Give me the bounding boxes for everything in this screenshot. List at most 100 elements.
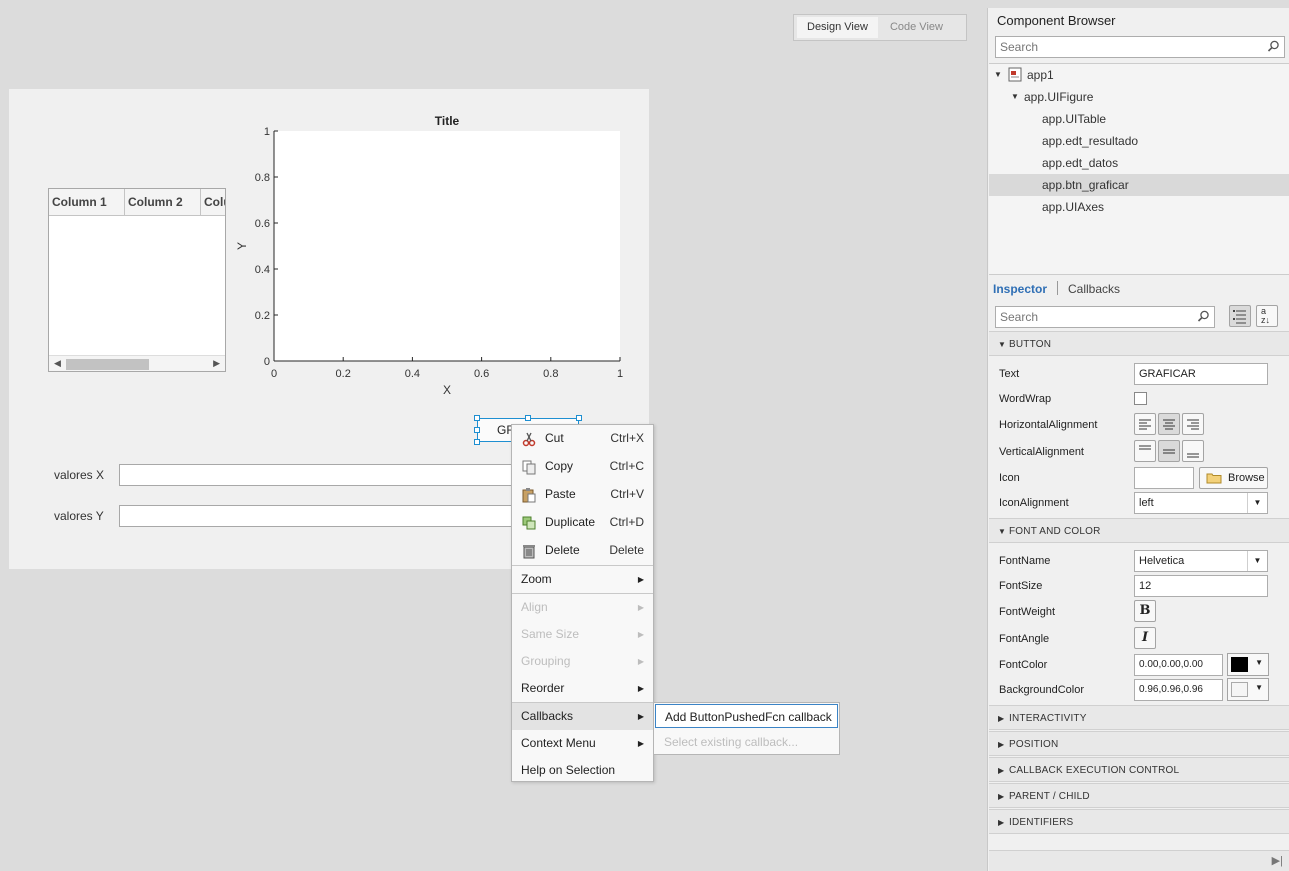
- chevron-down-icon: ▼: [1255, 683, 1263, 692]
- sort-az-icon[interactable]: a z↓: [1256, 305, 1278, 327]
- tree-selection-highlight: [989, 174, 1289, 196]
- valign-middle-icon[interactable]: [1158, 440, 1180, 462]
- scrollbar-thumb[interactable]: [66, 359, 149, 370]
- scissors-icon: [522, 432, 536, 447]
- tab-inspector[interactable]: Inspector: [993, 282, 1047, 296]
- component-search-input[interactable]: Search: [995, 36, 1285, 58]
- chevron-down-icon: ▼: [1255, 658, 1263, 667]
- tree-node-uitable[interactable]: app.UITable: [1042, 108, 1106, 130]
- italic-icon[interactable]: I: [1134, 627, 1156, 649]
- table-column-header[interactable]: Column 2: [125, 189, 201, 215]
- align-right-icon[interactable]: [1182, 413, 1204, 435]
- bgcolor-picker[interactable]: ▼: [1227, 678, 1269, 701]
- x-tick-label: 0.4: [405, 368, 420, 380]
- section-position[interactable]: ▶ POSITION: [989, 731, 1289, 756]
- text-value-field[interactable]: GRAFICAR: [1134, 363, 1268, 385]
- section-label: INTERACTIVITY: [1009, 713, 1087, 724]
- design-view-button[interactable]: Design View: [797, 17, 878, 38]
- fontcolor-field[interactable]: 0.00,0.00,0.00: [1134, 654, 1223, 676]
- search-icon[interactable]: [1197, 310, 1210, 323]
- section-identifiers[interactable]: ▶ IDENTIFIERS: [989, 809, 1289, 834]
- menu-item-label: Help on Selection: [521, 763, 616, 777]
- menu-item-help[interactable]: Help on Selection: [512, 757, 653, 784]
- section-callback-execution-control[interactable]: ▶ CALLBACK EXECUTION CONTROL: [989, 757, 1289, 782]
- submenu-arrow-icon: ▶: [637, 657, 644, 666]
- resize-handle[interactable]: [474, 439, 480, 445]
- valores-x-input[interactable]: [119, 464, 519, 486]
- menu-item-shortcut: Ctrl+C: [609, 459, 644, 473]
- tree-node-label: app1: [1027, 68, 1054, 82]
- browse-button[interactable]: Browse: [1199, 467, 1268, 489]
- menu-item-align: Align ▶: [512, 594, 653, 621]
- tree-node-btn-graficar[interactable]: app.btn_graficar: [1042, 174, 1129, 196]
- resize-handle[interactable]: [525, 415, 531, 421]
- tree-node-edt-datos[interactable]: app.edt_datos: [1042, 152, 1118, 174]
- menu-item-callbacks[interactable]: Callbacks ▶: [512, 703, 653, 730]
- resize-handle[interactable]: [576, 415, 582, 421]
- expand-icon: ▼: [998, 340, 1007, 349]
- menu-item-cut[interactable]: Cut Ctrl+X: [512, 425, 653, 452]
- ui-axes[interactable]: 0 0.2 0.4 0.6 0.8 1 0 0.2 0.4 0.6 0.8 1 Title X Y: [232, 108, 632, 400]
- submenu-arrow-icon: ▶: [637, 684, 644, 693]
- inspector-search-input[interactable]: Search: [995, 306, 1215, 328]
- align-center-icon[interactable]: [1158, 413, 1180, 435]
- resize-handle[interactable]: [474, 415, 480, 421]
- menu-item-delete[interactable]: Delete Delete: [512, 537, 653, 564]
- section-font-and-color[interactable]: ▼ FONT AND COLOR: [989, 518, 1289, 543]
- valign-bottom-icon[interactable]: [1182, 440, 1204, 462]
- collapse-icon[interactable]: ▼: [994, 64, 1002, 86]
- menu-item-paste[interactable]: Paste Ctrl+V: [512, 481, 653, 508]
- table-column-header[interactable]: Column 1: [49, 189, 125, 215]
- tab-divider: [1057, 281, 1058, 295]
- group-view-icon[interactable]: [1229, 305, 1251, 327]
- prop-label-fontcolor: FontColor: [999, 659, 1048, 671]
- bold-icon[interactable]: B: [1134, 600, 1156, 622]
- valores-y-label: valores Y: [54, 509, 104, 523]
- menu-item-duplicate[interactable]: Duplicate Ctrl+D: [512, 509, 653, 536]
- wordwrap-checkbox[interactable]: [1134, 392, 1147, 405]
- menu-item-zoom[interactable]: Zoom ▶: [512, 566, 653, 593]
- table-column-header[interactable]: Column 3: [201, 189, 225, 215]
- color-swatch: [1231, 657, 1248, 672]
- valign-top-icon[interactable]: [1134, 440, 1156, 462]
- browse-label: Browse: [1228, 472, 1265, 484]
- fontname-dropdown[interactable]: Helvetica ▼: [1134, 550, 1268, 572]
- ui-table[interactable]: Column 1 Column 2 Column 3 ◀ ▶: [48, 188, 226, 372]
- scroll-left-icon[interactable]: ◀: [54, 358, 61, 369]
- fontsize-field[interactable]: 12: [1134, 575, 1268, 597]
- menu-item-reorder[interactable]: Reorder ▶: [512, 675, 653, 702]
- code-view-button[interactable]: Code View: [880, 17, 953, 38]
- section-label: BUTTON: [1009, 339, 1052, 350]
- iconalignment-dropdown[interactable]: left ▼: [1134, 492, 1268, 514]
- collapse-icon[interactable]: ▼: [1011, 86, 1019, 108]
- duplicate-icon: [522, 516, 536, 530]
- tree-node-uiaxes[interactable]: app.UIAxes: [1042, 196, 1104, 218]
- expand-icon: ▶: [998, 766, 1005, 775]
- menu-item-context-menu[interactable]: Context Menu ▶: [512, 730, 653, 757]
- scroll-right-icon[interactable]: ▶: [213, 358, 220, 369]
- tree-node-edt-resultado[interactable]: app.edt_resultado: [1042, 130, 1138, 152]
- resize-handle[interactable]: [474, 427, 480, 433]
- bgcolor-field[interactable]: 0.96,0.96,0.96: [1134, 679, 1223, 701]
- submenu-arrow-icon: ▶: [637, 603, 644, 612]
- align-left-icon[interactable]: [1134, 413, 1156, 435]
- valores-y-input[interactable]: [119, 505, 519, 527]
- menu-item-shortcut: Ctrl+X: [610, 431, 644, 445]
- menu-item-label: Zoom: [521, 572, 552, 586]
- section-button[interactable]: ▼ BUTTON: [989, 331, 1289, 356]
- prop-label-halign: HorizontalAlignment: [999, 419, 1098, 431]
- icon-path-field[interactable]: [1134, 467, 1194, 489]
- collapse-panel-icon[interactable]: ▶|: [1272, 854, 1283, 867]
- section-interactivity[interactable]: ▶ INTERACTIVITY: [989, 705, 1289, 730]
- section-label: FONT AND COLOR: [1009, 526, 1101, 537]
- fontcolor-picker[interactable]: ▼: [1227, 653, 1269, 676]
- tab-callbacks[interactable]: Callbacks: [1068, 282, 1120, 296]
- section-parent-child[interactable]: ▶ PARENT / CHILD: [989, 783, 1289, 808]
- search-icon[interactable]: [1267, 40, 1280, 53]
- prop-label-fontname: FontName: [999, 555, 1051, 567]
- menu-item-copy[interactable]: Copy Ctrl+C: [512, 453, 653, 480]
- add-callback-item[interactable]: Add ButtonPushedFcn callback: [655, 704, 838, 728]
- dropdown-value: left: [1139, 497, 1154, 509]
- table-horizontal-scrollbar[interactable]: ◀ ▶: [49, 355, 225, 371]
- dropdown-value: Helvetica: [1139, 555, 1185, 567]
